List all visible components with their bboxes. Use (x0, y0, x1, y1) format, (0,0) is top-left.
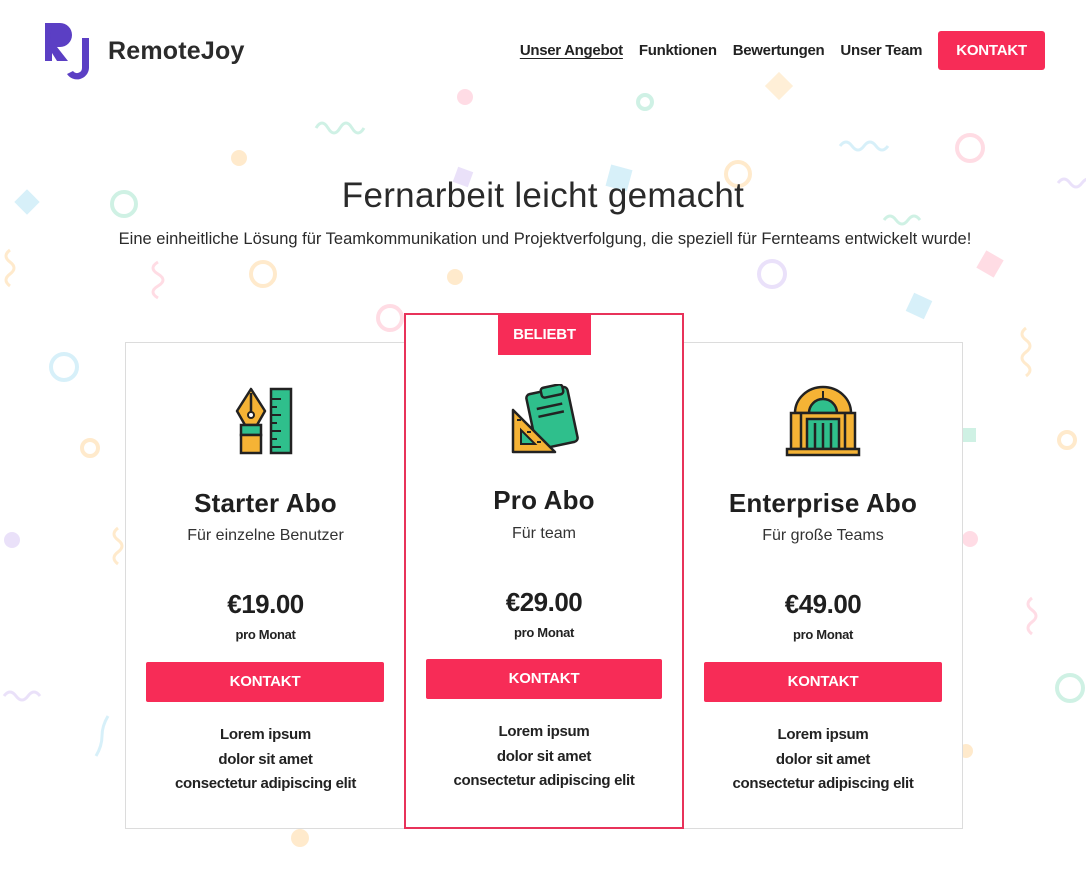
plan-name: Starter Abo (194, 488, 337, 518)
feature-item: consectetur adipiscing elit (453, 772, 635, 789)
plan-audience: Für große Teams (762, 527, 884, 544)
brand-name: RemoteJoy (108, 36, 245, 65)
logo-mark-icon (45, 23, 89, 80)
nav-link-unser-team[interactable]: Unser Team (840, 42, 922, 59)
building-icon (785, 385, 861, 457)
hero-subtitle: Eine einheitliche Lösung für Teamkommuni… (118, 230, 972, 248)
plan-price: €29.00 (505, 587, 583, 617)
nav-link-bewertungen[interactable]: Bewertungen (733, 42, 825, 59)
feature-item: dolor sit amet (496, 747, 592, 765)
plan-card-starter: Starter Abo Für einzelne Benutzer €19.00… (125, 342, 406, 829)
plan-contact-button[interactable]: KONTAKT (704, 662, 942, 702)
plan-period: pro Monat (513, 625, 575, 640)
hero-title: Fernarbeit leicht gemacht (341, 176, 745, 215)
plan-period: pro Monat (235, 627, 296, 642)
plan-card-pro: BELIEBT Pro Abo Für team €29.00 pro Mona… (404, 313, 684, 829)
pen-and-ruler-icon (235, 387, 292, 455)
feature-item: dolor sit amet (218, 750, 313, 768)
plan-contact-button[interactable]: KONTAKT (146, 662, 384, 702)
plan-features: Lorem ipsum dolor sit amet consectetur a… (126, 723, 405, 797)
nav-contact-button[interactable]: KONTAKT (938, 31, 1045, 70)
plan-period: pro Monat (792, 627, 854, 642)
plan-price: €49.00 (784, 589, 862, 619)
plan-features: Lorem ipsum dolor sit amet consectetur a… (684, 723, 962, 797)
plan-features: Lorem ipsum dolor sit amet consectetur a… (406, 720, 682, 794)
plan-price: €19.00 (227, 589, 304, 619)
logo[interactable]: RemoteJoy (44, 20, 245, 82)
feature-item: dolor sit amet (775, 750, 871, 768)
popular-badge: BELIEBT (498, 314, 591, 355)
feature-item: Lorem ipsum (777, 726, 869, 743)
plan-name: Pro Abo (493, 485, 595, 515)
feature-item: consectetur adipiscing elit (732, 775, 914, 792)
nav-link-funktionen[interactable]: Funktionen (639, 42, 717, 59)
plan-card-enterprise: Enterprise Abo Für große Teams €49.00 pr… (683, 342, 963, 829)
plan-audience: Für einzelne Benutzer (187, 527, 344, 544)
plan-contact-button[interactable]: KONTAKT (426, 659, 662, 699)
nav-link-unser-angebot[interactable]: Unser Angebot (520, 42, 623, 59)
main-nav: Unser Angebot Funktionen Bewertungen Uns… (520, 31, 1045, 70)
feature-item: Lorem ipsum (220, 726, 311, 743)
plan-name: Enterprise Abo (728, 488, 918, 518)
feature-item: Lorem ipsum (498, 723, 590, 740)
plan-audience: Für team (511, 525, 576, 542)
feature-item: consectetur adipiscing elit (174, 775, 357, 792)
clipboard-and-set-square-icon (511, 384, 579, 454)
